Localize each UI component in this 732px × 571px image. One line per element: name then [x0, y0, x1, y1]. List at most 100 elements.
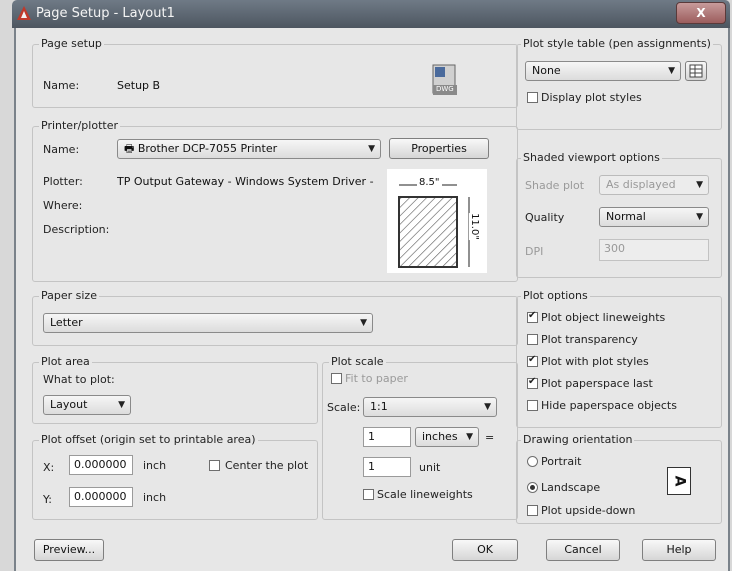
paper-width-dimension: 8.5" [417, 177, 442, 188]
plot-upside-down-checkbox[interactable] [527, 505, 538, 516]
offset-x-input[interactable]: 0.000000 [69, 455, 133, 475]
what-to-plot-value: Layout [50, 398, 88, 411]
offset-y-unit: inch [143, 491, 167, 504]
scale-dropdown[interactable]: 1:1 ▼ [363, 397, 497, 417]
center-plot-checkbox[interactable] [209, 460, 220, 471]
shaded-viewport-group: Shaded viewport options Shade plot As di… [516, 151, 722, 278]
dpi-input[interactable]: 300 [599, 239, 709, 261]
display-plot-styles-label: Display plot styles [541, 91, 642, 104]
chevron-down-icon: ▼ [668, 66, 675, 76]
printer-name-label: Name: [43, 143, 80, 156]
portrait-label: Portrait [541, 455, 582, 468]
what-to-plot-dropdown[interactable]: Layout ▼ [43, 395, 131, 415]
plot-transparency-checkbox[interactable] [527, 334, 538, 345]
plot-upside-down-label: Plot upside-down [541, 504, 636, 517]
preview-button[interactable]: Preview... [34, 539, 104, 561]
printer-plotter-group: Printer/plotter Name: 🖶 Brother DCP-7055… [32, 119, 518, 282]
plot-options-group: Plot options Plot object lineweights Plo… [516, 289, 722, 428]
shade-plot-value: As displayed [606, 178, 676, 191]
plotter-value: TP Output Gateway - Windows System Drive… [117, 175, 377, 188]
plot-style-table-group: Plot style table (pen assignments) None … [516, 37, 722, 130]
ok-button[interactable]: OK [452, 539, 518, 561]
chevron-down-icon: ▼ [696, 212, 703, 222]
plot-style-table-dropdown[interactable]: None ▼ [525, 61, 681, 81]
paper-size-dropdown[interactable]: Letter ▼ [43, 313, 373, 333]
hide-paperspace-objects-checkbox[interactable] [527, 400, 538, 411]
plot-transparency-label: Plot transparency [541, 333, 638, 346]
plot-area-group-label: Plot area [39, 355, 92, 368]
printer-name-value: Brother DCP-7055 Printer [137, 142, 278, 155]
fit-to-paper-label: Fit to paper [345, 372, 408, 385]
scale-lineweights-checkbox[interactable] [363, 489, 374, 500]
quality-value: Normal [606, 210, 646, 223]
plot-area-group: Plot area What to plot: Layout ▼ [32, 355, 318, 424]
shade-plot-dropdown[interactable]: As displayed ▼ [599, 175, 709, 195]
setup-name-label: Name: [43, 79, 80, 92]
window-title: Page Setup - Layout1 [36, 6, 175, 21]
offset-x-label: X: [43, 461, 55, 474]
drawing-orientation-group: Drawing orientation Portrait Landscape P… [516, 433, 722, 524]
paper-height-dimension: 11.0" [468, 213, 480, 240]
landscape-label: Landscape [541, 481, 601, 494]
page-setup-group-label: Page setup [39, 37, 104, 50]
paper-size-group-label: Paper size [39, 289, 99, 302]
chevron-down-icon: ▼ [466, 432, 473, 442]
scale-units-dropdown[interactable]: inches ▼ [415, 427, 479, 447]
scale-value: 1:1 [370, 400, 388, 413]
page-setup-group: Page setup Name: Setup B DWG [32, 37, 518, 108]
center-plot-label: Center the plot [225, 459, 309, 472]
dwg-file-icon: DWG [431, 63, 459, 97]
printer-group-label: Printer/plotter [39, 119, 120, 132]
close-button[interactable]: X [676, 2, 726, 24]
equals-sign: = [485, 431, 495, 444]
scale-lineweights-label: Scale lineweights [377, 488, 473, 501]
landscape-radio[interactable] [527, 482, 538, 493]
shade-plot-label: Shade plot [525, 179, 585, 192]
plot-object-lineweights-label: Plot object lineweights [541, 311, 666, 324]
plot-object-lineweights-checkbox[interactable] [527, 310, 538, 323]
portrait-radio[interactable] [527, 456, 538, 467]
offset-y-label: Y: [43, 493, 52, 506]
plot-offset-group-label: Plot offset (origin set to printable are… [39, 433, 258, 446]
cancel-button[interactable]: Cancel [546, 539, 620, 561]
paper-size-group: Paper size Letter ▼ [32, 289, 518, 346]
chevron-down-icon: ▼ [484, 402, 491, 412]
quality-dropdown[interactable]: Normal ▼ [599, 207, 709, 227]
properties-button[interactable]: Properties [389, 138, 489, 159]
offset-x-unit: inch [143, 459, 167, 472]
chevron-down-icon: ▼ [696, 180, 703, 190]
paper-preview: 8.5" 11.0" [387, 169, 487, 273]
plot-style-table-value: None [532, 64, 561, 77]
scale-value2-input[interactable]: 1 [363, 457, 411, 477]
edit-plot-style-button[interactable] [685, 61, 707, 81]
fit-to-paper-checkbox[interactable] [331, 373, 342, 384]
what-to-plot-label: What to plot: [43, 373, 115, 386]
scale-units-value: inches [422, 430, 458, 443]
display-plot-styles-checkbox[interactable] [527, 92, 538, 103]
printer-name-dropdown[interactable]: 🖶 Brother DCP-7055 Printer ▼ [117, 139, 381, 159]
plot-scale-group-label: Plot scale [329, 355, 386, 368]
help-button[interactable]: Help [642, 539, 716, 561]
setup-name-value: Setup B [117, 79, 161, 92]
page-setup-dialog: Page setup Name: Setup B DWG Printer/plo… [14, 28, 730, 571]
landscape-orientation-icon: A [667, 467, 691, 495]
chevron-down-icon: ▼ [368, 144, 375, 154]
plot-paperspace-last-checkbox[interactable] [527, 376, 538, 389]
plot-with-plot-styles-checkbox[interactable] [527, 354, 538, 367]
offset-y-input[interactable]: 0.000000 [69, 487, 133, 507]
edit-table-icon [689, 64, 703, 78]
plotter-label: Plotter: [43, 175, 83, 188]
chevron-down-icon: ▼ [360, 318, 367, 328]
plot-with-plot-styles-label: Plot with plot styles [541, 355, 649, 368]
plot-paperspace-last-label: Plot paperspace last [541, 377, 653, 390]
plot-offset-group: Plot offset (origin set to printable are… [32, 433, 318, 520]
orientation-group-label: Drawing orientation [521, 433, 635, 446]
scale-value1-input[interactable]: 1 [363, 427, 411, 447]
hide-paperspace-objects-label: Hide paperspace objects [541, 399, 677, 412]
plot-scale-group: Plot scale Fit to paper Scale: 1:1 ▼ 1 i… [322, 355, 518, 520]
paper-size-value: Letter [50, 316, 83, 329]
orientation-icon-letter: A [671, 475, 687, 487]
autocad-app-icon [17, 6, 31, 20]
dpi-label: DPI [525, 245, 544, 258]
scale-label: Scale: [327, 401, 361, 414]
